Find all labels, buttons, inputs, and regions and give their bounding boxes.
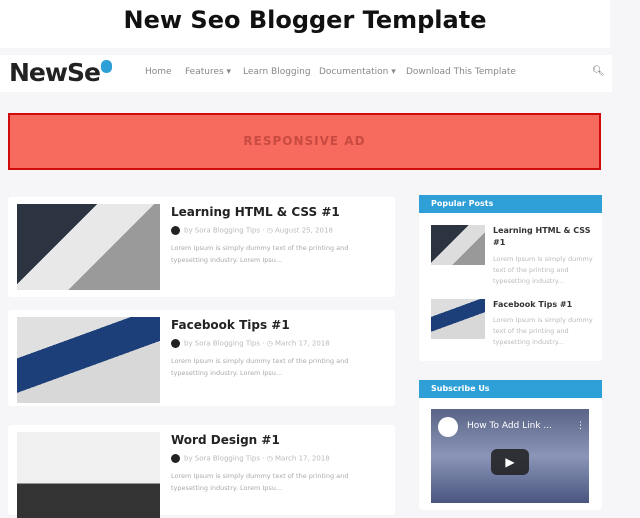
responsive-ad[interactable]: RESPONSIVE AD (8, 113, 601, 170)
post-title[interactable]: Facebook Tips #1 (171, 318, 290, 332)
post-thumbnail[interactable] (17, 432, 160, 518)
post-meta: by Sora Blogging Tips · ◷ August 25, 201… (171, 226, 333, 235)
widget-heading: Subscribe Us (419, 380, 602, 398)
post-meta: by Sora Blogging Tips · ◷ March 17, 2018 (171, 339, 330, 348)
subscribe-widget: Subscribe Us How To Add Link ... ⋮ ▶ (419, 380, 602, 510)
post-thumbnail[interactable] (17, 204, 160, 290)
popular-excerpt: Lorem Ipsum is simply dummy text of the … (493, 255, 593, 285)
popular-title[interactable]: Learning HTML & CSS #1 (493, 225, 593, 249)
nav-documentation[interactable]: Documentation ▾ (319, 67, 396, 77)
post-thumbnail[interactable] (17, 317, 160, 403)
logo-text: NewSe (9, 58, 101, 87)
avatar (171, 454, 180, 463)
popular-thumbnail[interactable] (431, 225, 485, 265)
channel-logo (438, 417, 458, 437)
post-title[interactable]: Learning HTML & CSS #1 (171, 205, 340, 219)
nav-learn-blogging[interactable]: Learn Blogging (243, 67, 311, 77)
post-excerpt: Lorem Ipsum is simply dummy text of the … (171, 244, 349, 264)
video-embed[interactable]: How To Add Link ... ⋮ ▶ (431, 409, 589, 503)
avatar (171, 226, 180, 235)
page-title: New Seo Blogger Template (0, 0, 610, 48)
avatar (171, 339, 180, 348)
meta-text: by Sora Blogging Tips · ◷ August 25, 201… (184, 226, 333, 235)
popular-thumbnail[interactable] (431, 299, 485, 339)
popular-excerpt: Lorem Ipsum is simply dummy text of the … (493, 316, 593, 346)
more-icon[interactable]: ⋮ (576, 421, 585, 431)
video-title[interactable]: How To Add Link ... (467, 421, 552, 431)
play-icon[interactable]: ▶ (491, 449, 529, 475)
meta-text: by Sora Blogging Tips · ◷ March 17, 2018 (184, 339, 330, 348)
post-excerpt: Lorem Ipsum is simply dummy text of the … (171, 472, 349, 492)
post-card[interactable]: Facebook Tips #1 by Sora Blogging Tips ·… (8, 310, 395, 406)
nav-features[interactable]: Features ▾ (185, 67, 231, 77)
search-icon[interactable]: 🔍︎ (592, 66, 605, 77)
popular-posts-widget: Popular Posts Learning HTML & CSS #1 Lor… (419, 195, 602, 361)
post-meta: by Sora Blogging Tips · ◷ March 17, 2018 (171, 454, 330, 463)
popular-title[interactable]: Facebook Tips #1 (493, 299, 593, 311)
post-title[interactable]: Word Design #1 (171, 433, 280, 447)
post-card[interactable]: Learning HTML & CSS #1 by Sora Blogging … (8, 197, 395, 297)
meta-text: by Sora Blogging Tips · ◷ March 17, 2018 (184, 454, 330, 463)
nav-home[interactable]: Home (145, 67, 172, 77)
post-card[interactable]: Word Design #1 by Sora Blogging Tips · ◷… (8, 425, 395, 518)
logo[interactable]: NewSe (9, 58, 112, 87)
post-excerpt: Lorem Ipsum is simply dummy text of the … (171, 357, 349, 377)
pin-icon (100, 60, 112, 73)
nav-download[interactable]: Download This Template (406, 67, 516, 77)
widget-heading: Popular Posts (419, 195, 602, 213)
